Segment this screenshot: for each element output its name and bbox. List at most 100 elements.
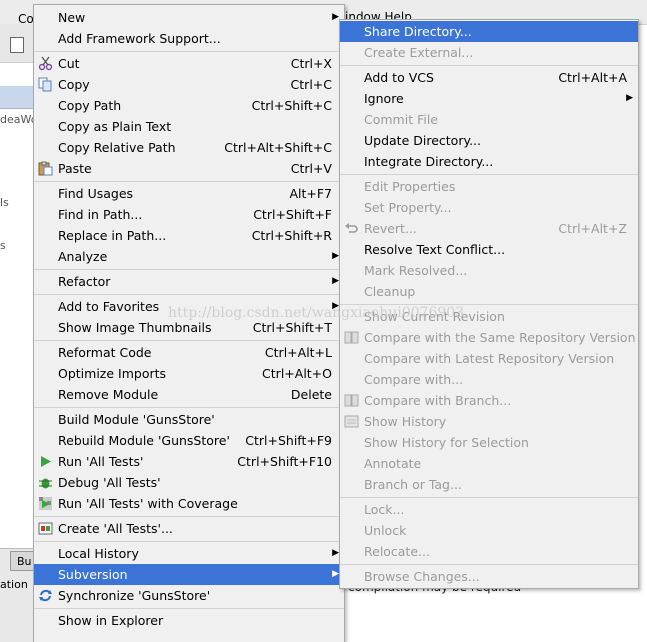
menu-separator <box>34 516 344 517</box>
menu-item-copy-relative-path[interactable]: Copy Relative Path Ctrl+Alt+Shift+C <box>34 137 344 158</box>
menu-item-set-property[interactable]: Set Property... <box>340 197 638 218</box>
shortcut-label: Ctrl+V <box>290 161 332 176</box>
menu-item-label: Create 'All Tests'... <box>58 521 173 536</box>
menu-item-label: Paste <box>58 161 92 176</box>
menu-item-local-history[interactable]: Local History ▶ <box>34 543 344 564</box>
menu-item-find-usages[interactable]: Find Usages Alt+F7 <box>34 183 344 204</box>
menu-item-cut[interactable]: Cut Ctrl+X <box>34 53 344 74</box>
menu-item-label: Compare with... <box>364 372 464 387</box>
menu-item-label: Replace in Path... <box>58 228 167 243</box>
menu-item-subversion[interactable]: Subversion ▶ <box>34 564 344 585</box>
menu-item-find-in-path[interactable]: Find in Path... Ctrl+Shift+F <box>34 204 344 225</box>
menu-item-build-module-gunsstore[interactable]: Build Module 'GunsStore' <box>34 409 344 430</box>
bottom-label: ation <box>0 578 28 591</box>
menu-separator <box>340 497 638 498</box>
menu-item-copy-as-plain-text[interactable]: Copy as Plain Text <box>34 116 344 137</box>
menu-item-add-to-favorites[interactable]: Add to Favorites ▶ <box>34 296 344 317</box>
menu-item-run-all-tests-with-coverage[interactable]: Run 'All Tests' with Coverage <box>34 493 344 514</box>
menu-item-label: Optimize Imports <box>58 366 167 381</box>
menu-item-synchronize-gunsstore[interactable]: Synchronize 'GunsStore' <box>34 585 344 606</box>
bottom-tab[interactable]: Bu <box>10 551 34 571</box>
menu-item-copy-path[interactable]: Copy Path Ctrl+Shift+C <box>34 95 344 116</box>
menu-item-share-directory[interactable]: Share Directory... <box>340 21 638 42</box>
menu-item-paste[interactable]: Paste Ctrl+V <box>34 158 344 179</box>
menu-item-add-to-vcs[interactable]: Add to VCS Ctrl+Alt+A <box>340 67 638 88</box>
menu-item-browse-changes[interactable]: Browse Changes... <box>340 566 638 587</box>
menu-item-show-image-thumbnails[interactable]: Show Image Thumbnails Ctrl+Shift+T <box>34 317 344 338</box>
menu-item-copy[interactable]: Copy Ctrl+C <box>34 74 344 95</box>
side-label: s <box>0 239 6 252</box>
shortcut-label: Ctrl+Alt+Z <box>558 221 627 236</box>
menu-item-integrate-directory[interactable]: Integrate Directory... <box>340 151 638 172</box>
menu-item-resolve-text-conflict[interactable]: Resolve Text Conflict... <box>340 239 638 260</box>
menu-item-compare-with-the-same-repository-version[interactable]: Compare with the Same Repository Version <box>340 327 638 348</box>
menu-item-unlock[interactable]: Unlock <box>340 520 638 541</box>
menu-item-remove-module[interactable]: Remove Module Delete <box>34 384 344 405</box>
menu-item-optimize-imports[interactable]: Optimize Imports Ctrl+Alt+O <box>34 363 344 384</box>
menu-item-label: Rebuild Module 'GunsStore' <box>58 433 230 448</box>
shortcut-label: Ctrl+Shift+T <box>252 320 332 335</box>
menu-separator <box>34 541 344 542</box>
menu-separator <box>34 269 344 270</box>
submenu-arrow-icon: ▶ <box>332 301 339 311</box>
menu-item-label: Debug 'All Tests' <box>58 475 161 490</box>
menu-item-label: Show Image Thumbnails <box>58 320 212 335</box>
menu-item-show-history[interactable]: Show History <box>340 411 638 432</box>
menu-item-commit-file[interactable]: Commit File <box>340 109 638 130</box>
menu-item-run-all-tests[interactable]: Run 'All Tests' Ctrl+Shift+F10 <box>34 451 344 472</box>
menu-separator <box>34 407 344 408</box>
menu-item-add-framework-support[interactable]: Add Framework Support... <box>34 28 344 49</box>
menu-item-new[interactable]: New ▶ <box>34 7 344 28</box>
menu-item-label: Show Current Revision <box>364 309 505 324</box>
menu-item-ignore[interactable]: Ignore ▶ <box>340 88 638 109</box>
shortcut-label: Ctrl+Shift+R <box>251 228 332 243</box>
menu-item-update-directory[interactable]: Update Directory... <box>340 130 638 151</box>
menu-item-label: Find Usages <box>58 186 134 201</box>
menu-item-compare-with-latest-repository-version[interactable]: Compare with Latest Repository Version <box>340 348 638 369</box>
menu-item-show-current-revision[interactable]: Show Current Revision <box>340 306 638 327</box>
menu-item-label: Compare with the Same Repository Version <box>364 330 636 345</box>
menu-item-compare-with[interactable]: Compare with... <box>340 369 638 390</box>
menu-item-label: Show History <box>364 414 447 429</box>
shortcut-label: Delete <box>290 387 332 402</box>
menu-item-label: Refactor <box>58 274 111 289</box>
menu-item-relocate[interactable]: Relocate... <box>340 541 638 562</box>
menu-item-annotate[interactable]: Annotate <box>340 453 638 474</box>
menu-item-edit-properties[interactable]: Edit Properties <box>340 176 638 197</box>
menu-item-label: Compare with Latest Repository Version <box>364 351 615 366</box>
menu-item-label: Integrate Directory... <box>364 154 494 169</box>
menu-item-revert[interactable]: Revert... Ctrl+Alt+Z <box>340 218 638 239</box>
shortcut-label: Ctrl+Alt+Shift+C <box>224 140 332 155</box>
menu-separator <box>34 340 344 341</box>
menu-item-debug-all-tests[interactable]: Debug 'All Tests' <box>34 472 344 493</box>
menu-item-replace-in-path[interactable]: Replace in Path... Ctrl+Shift+R <box>34 225 344 246</box>
menu-item-create-external[interactable]: Create External... <box>340 42 638 63</box>
menu-item-label: Resolve Text Conflict... <box>364 242 506 257</box>
toolbar-icon[interactable] <box>10 37 24 53</box>
menu-item-refactor[interactable]: Refactor ▶ <box>34 271 344 292</box>
menu-item-label: Add to Favorites <box>58 299 160 314</box>
menu-item-label: Build Module 'GunsStore' <box>58 412 215 427</box>
menu-item-compare-with-branch[interactable]: Compare with Branch... <box>340 390 638 411</box>
menu-item-label: Update Directory... <box>364 133 481 148</box>
menu-item-show-history-for-selection[interactable]: Show History for Selection <box>340 432 638 453</box>
menu-item-reformat-code[interactable]: Reformat Code Ctrl+Alt+L <box>34 342 344 363</box>
menu-separator <box>34 181 344 182</box>
menu-item-show-in-explorer[interactable]: Show in Explorer <box>34 610 344 631</box>
shortcut-label: Ctrl+Shift+F9 <box>245 433 332 448</box>
menu-item-mark-resolved[interactable]: Mark Resolved... <box>340 260 638 281</box>
menu-item-branch-or-tag[interactable]: Branch or Tag... <box>340 474 638 495</box>
menu-item-cleanup[interactable]: Cleanup <box>340 281 638 302</box>
menu-item-lock[interactable]: Lock... <box>340 499 638 520</box>
menu-item-label: Subversion <box>58 567 128 582</box>
menu-item-analyze[interactable]: Analyze ▶ <box>34 246 344 267</box>
menu-item-rebuild-module-gunsstore[interactable]: Rebuild Module 'GunsStore' Ctrl+Shift+F9 <box>34 430 344 451</box>
menu-item-label: Show History for Selection <box>364 435 529 450</box>
menu-item-label: Share Directory... <box>364 24 472 39</box>
menu-item-label: Copy Relative Path <box>58 140 176 155</box>
menu-item-label: New <box>58 10 86 25</box>
menu-item-label: Ignore <box>364 91 404 106</box>
menu-separator <box>340 174 638 175</box>
shortcut-label: Ctrl+Alt+A <box>558 70 627 85</box>
menu-item-create-all-tests[interactable]: Create 'All Tests'... <box>34 518 344 539</box>
